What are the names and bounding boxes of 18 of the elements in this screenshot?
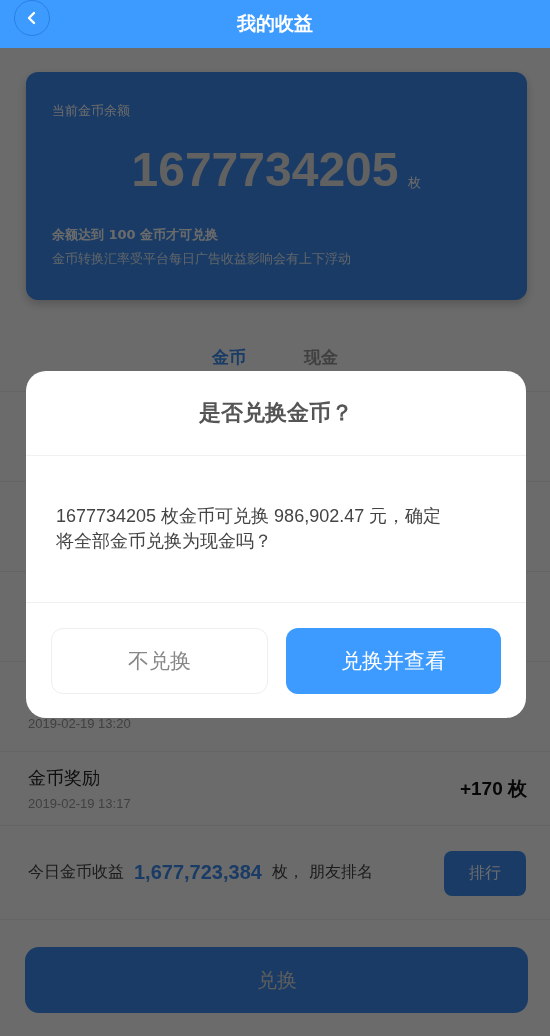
balance-label: 当前金币余额 [52,102,131,120]
ranking-button[interactable]: 排行 [444,851,526,896]
dialog-title: 是否兑换金币？ [26,371,526,456]
record-amount: +170 枚 [459,776,527,801]
dialog-message: 1677734205 枚金币可兑换 986,902.47 元，确定将全部金币兑换为现金吗？ [56,504,443,553]
cancel-button[interactable]: 不兑换 [51,628,268,694]
balance-unit: 枚 [408,174,422,192]
tab[interactable]: 金币 [212,346,246,369]
coin-amount: 1,677,723,384 [134,861,262,884]
exchange-rule: 余额达到 100 金币才可兑换 [52,226,220,244]
record-title: 金币奖励 [28,766,101,790]
rate-note: 金币转换汇率受平台每日广告收益影响会有上下浮动 [52,250,352,268]
page-title: 我的收益 [237,11,313,36]
exchange-button[interactable]: 兑换 [25,947,528,1013]
summary-label: 今日金币收益 [28,862,124,883]
confirm-button[interactable]: 兑换并查看 [286,628,501,694]
balance-amount: 1677734205 [131,146,399,194]
summary-text: 枚， 朋友排名 [271,862,373,883]
